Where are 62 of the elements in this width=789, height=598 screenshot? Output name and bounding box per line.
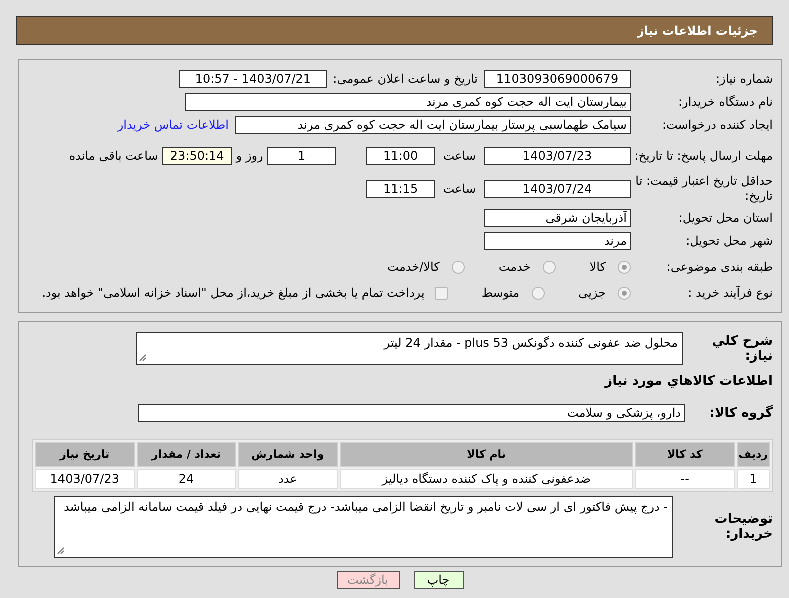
field-label: ایجاد کننده درخواست: <box>661 118 773 132</box>
table-cell: ضدعفونی کننده و پاک کننده دستگاه دیالیز <box>340 469 634 489</box>
column-header: تعداد / مقدار <box>136 442 236 467</box>
field-label: توضیحات خریدار: <box>714 512 773 542</box>
column-header: ردیف <box>736 442 770 467</box>
radio-label: خدمت <box>498 260 531 274</box>
page-title: جزئیات اطلاعات نیاز <box>637 24 758 38</box>
radio-label: جزیی <box>578 286 606 300</box>
field-label: حداقل تاریخ اعتبار قیمت: تا تاریخ: <box>634 174 773 204</box>
print-button[interactable]: چاپ <box>414 571 464 589</box>
days-label: روز و <box>236 149 264 163</box>
table-cell: -- <box>635 469 735 489</box>
buyer-contact-link[interactable]: اطلاعات تماس خریدار <box>118 118 229 132</box>
column-header: نام کالا <box>340 442 634 467</box>
radio-label: متوسط <box>482 286 520 300</box>
table-cell: عدد <box>238 469 338 489</box>
table-cell: 1 <box>736 469 770 489</box>
column-header: تاریخ نیاز <box>35 442 135 467</box>
goods-group-field: دارو، پزشکی و سلامت <box>138 404 685 422</box>
resize-grip-icon[interactable] <box>139 354 147 362</box>
radio-button[interactable] <box>618 286 631 300</box>
radio-label: کالا <box>590 260 606 274</box>
buyer-org-field: بیمارستان ایت اله حجت کوه کمری مرند <box>185 93 631 111</box>
table-cell: 1403/07/23 <box>35 469 135 489</box>
buyer-notes-field: - درج پیش فاکتور ای ار سی لات نامبر و تاریخ انقضا الزامی میباشد- درج قیمت نهایی در فیلد قیمت سامانه الزامی میباشد <box>54 496 673 558</box>
validity-date-field: 1403/07/24 <box>484 180 631 198</box>
field-label: شهر محل تحویل: <box>685 234 773 248</box>
field-label: تاریخ و ساعت اعلان عمومی: <box>333 72 478 86</box>
remaining-time-field: 23:50:14 <box>162 147 232 165</box>
announce-date-field: 1403/07/21 - 10:57 <box>179 70 328 88</box>
checkbox[interactable] <box>434 286 448 300</box>
requester-field: سیامک طهماسبی پرستار بیمارستان ایت اله حجت کوه کمری مرند <box>235 116 631 134</box>
radio-button[interactable] <box>618 260 631 274</box>
radio-button[interactable] <box>532 286 545 300</box>
field-label: مهلت ارسال پاسخ: تا تاریخ: <box>634 148 773 164</box>
remaining-label: ساعت باقی مانده <box>69 149 158 163</box>
field-label: گروه کالا: <box>708 406 773 420</box>
time-label: ساعت <box>443 149 476 163</box>
summary-field: محلول ضد عفونی کننده دگونکس plus 53 - مقدار 24 لیتر <box>136 332 683 365</box>
field-label: شرح کلي نياز: <box>711 334 773 364</box>
deadline-time-field: 11:00 <box>366 147 436 165</box>
need-number-field: 1103093069000679 <box>484 70 631 88</box>
city-field: مرند <box>484 232 631 250</box>
resize-grip-icon[interactable] <box>57 547 65 555</box>
field-label: شماره نیاز: <box>715 72 773 86</box>
table-cell: 24 <box>136 469 236 489</box>
validity-time-field: 11:15 <box>366 180 436 198</box>
radio-label: کالا/خدمت <box>388 260 440 274</box>
radio-button[interactable] <box>542 260 556 274</box>
radio-button[interactable] <box>452 260 465 274</box>
field-label: نام دستگاه خریدار: <box>678 94 773 110</box>
column-header: کد کالا <box>635 442 735 467</box>
time-label: ساعت <box>443 182 476 196</box>
checkbox-label: پرداخت تمام یا بخشی از مبلغ خرید،از محل "اسناد خزانه اسلامی" خواهد بود. <box>42 286 425 300</box>
field-label: استان محل تحویل: <box>678 210 773 226</box>
field-label: نوع فرآیند خرید : <box>687 286 773 300</box>
section-title: اطلاعات کالاهاي مورد نياز <box>604 374 773 388</box>
deadline-date-field: 1403/07/23 <box>484 147 631 165</box>
column-header: واحد شمارش <box>238 442 338 467</box>
days-field: 1 <box>267 147 336 165</box>
field-label: طبقه بندی موضوعی: <box>666 260 773 274</box>
province-field: آذربایجان شرقی <box>484 209 631 227</box>
